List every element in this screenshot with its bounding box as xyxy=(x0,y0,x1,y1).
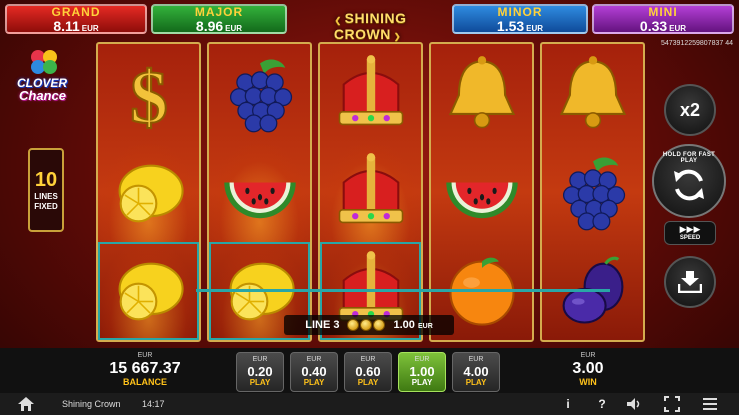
bell-icon xyxy=(431,46,532,144)
lines-fixed-label: FIXED xyxy=(34,201,58,211)
speed-label: SPEED xyxy=(679,235,701,241)
hold-for-fast-play-label: HOLD FOR FAST PLAY xyxy=(662,152,716,164)
bet-currency: EUR xyxy=(414,356,430,363)
bet-value: 4.00 xyxy=(463,364,489,379)
lines-info: 10 LINES FIXED xyxy=(28,148,64,232)
lemon-icon xyxy=(98,242,199,340)
jackpot-minor: MINOR 1.53 EUR xyxy=(452,4,588,34)
bet-value: 0.60 xyxy=(355,364,381,379)
bet-value: 0.20 xyxy=(247,364,273,379)
watermelon-icon xyxy=(209,144,310,242)
grapes-icon xyxy=(209,46,310,144)
bet-currency: EUR xyxy=(252,356,268,363)
jackpot-major: MAJOR 8.96 EUR xyxy=(151,4,287,34)
jackpot-minor-name: MINOR xyxy=(497,4,543,19)
jackpot-mini-name: MINI xyxy=(648,4,678,19)
line-win-label: LINE 3 xyxy=(305,319,340,331)
win-value: 3.00 xyxy=(572,360,604,377)
status-game-name: Shining Crown xyxy=(62,399,121,409)
winning-payline xyxy=(196,289,610,292)
bell-icon xyxy=(542,46,643,144)
line-win-amount: 1.00 xyxy=(393,319,415,331)
balance-display: EUR 15 667.37 BALANCE xyxy=(100,352,190,387)
menu-icon[interactable] xyxy=(702,396,718,412)
session-id: 5473912259807837 44 xyxy=(660,40,733,47)
status-clock: 14:17 xyxy=(142,399,165,409)
bet-currency: EUR xyxy=(468,356,484,363)
jackpot-mini: MINI 0.33 EUR xyxy=(592,4,734,34)
bet-button-1.00[interactable]: EUR 1.00 PLAY xyxy=(398,352,446,392)
reel-4 xyxy=(429,42,534,342)
dollar-icon: $ xyxy=(98,46,199,144)
fullscreen-icon[interactable] xyxy=(664,396,680,412)
balance-label: BALANCE xyxy=(123,377,167,387)
fast-forward-icon: ▶▶▶ xyxy=(679,224,701,234)
lines-label: LINES xyxy=(34,191,58,201)
crown-icon xyxy=(320,46,421,144)
jackpot-mini-value: 0.33 xyxy=(639,17,668,34)
line-win-banner: LINE 3 1.00 EUR xyxy=(284,315,454,335)
jackpot-major-currency: EUR xyxy=(225,23,243,33)
bet-play-label: PLAY xyxy=(249,378,271,387)
jackpot-grand: GRAND 8.11 EUR xyxy=(5,4,147,34)
bet-button-0.60[interactable]: EUR 0.60 PLAY xyxy=(344,352,392,392)
lemon-icon xyxy=(98,144,199,242)
jackpot-grand-currency: EUR xyxy=(81,23,99,33)
bet-currency: EUR xyxy=(360,356,376,363)
bet-button-0.40[interactable]: EUR 0.40 PLAY xyxy=(290,352,338,392)
status-bar: Shining Crown 14:17 i ? xyxy=(0,393,739,415)
home-icon[interactable] xyxy=(18,397,34,411)
watermelon-icon xyxy=(431,144,532,242)
bet-play-label: PLAY xyxy=(357,378,379,387)
multiplier-button[interactable]: x2 xyxy=(664,84,716,136)
line-win-currency: EUR xyxy=(417,323,433,330)
win-currency: EUR xyxy=(580,352,596,359)
autoplay-button[interactable] xyxy=(664,256,716,308)
coins-icon xyxy=(347,319,386,331)
jackpot-minor-currency: EUR xyxy=(526,23,544,33)
bet-button-0.20[interactable]: EUR 0.20 PLAY xyxy=(236,352,284,392)
bet-button-4.00[interactable]: EUR 4.00 PLAY xyxy=(452,352,500,392)
bet-play-label: PLAY xyxy=(411,378,433,387)
lines-count: 10 xyxy=(34,168,58,191)
clover-chance-logo: CLOVER Chance xyxy=(14,48,80,108)
game-title: SHINING CROWN xyxy=(298,10,440,42)
balance-value: 15 667.37 xyxy=(109,360,181,377)
info-icon[interactable]: i xyxy=(560,396,576,412)
reel-1: $ xyxy=(96,42,201,342)
win-display: EUR 3.00 WIN xyxy=(556,352,620,387)
bet-play-label: PLAY xyxy=(465,378,487,387)
jackpot-major-value: 8.96 xyxy=(195,17,224,34)
jackpot-mini-currency: EUR xyxy=(669,23,687,33)
jackpot-major-name: MAJOR xyxy=(194,4,244,19)
refresh-icon xyxy=(674,169,704,201)
reel-5 xyxy=(540,42,645,342)
balance-currency: EUR xyxy=(137,352,153,359)
download-tray-icon xyxy=(678,271,702,293)
jackpot-grand-value: 8.11 xyxy=(53,17,80,34)
bet-play-label: PLAY xyxy=(303,378,325,387)
grapes-icon xyxy=(542,144,643,242)
spin-button[interactable]: HOLD FOR FAST PLAY xyxy=(652,144,726,218)
reel-2 xyxy=(207,42,312,342)
jackpot-minor-value: 1.53 xyxy=(496,17,525,34)
jackpot-grand-name: GRAND xyxy=(51,4,101,19)
bet-value: 1.00 xyxy=(409,364,435,379)
reel-3 xyxy=(318,42,423,342)
win-label: WIN xyxy=(579,377,597,387)
bet-value: 0.40 xyxy=(301,364,327,379)
svg-text:$: $ xyxy=(130,56,168,137)
volume-icon[interactable] xyxy=(626,396,642,412)
speed-button[interactable]: ▶▶▶ SPEED xyxy=(664,221,716,245)
bet-currency: EUR xyxy=(306,356,322,363)
help-icon[interactable]: ? xyxy=(594,396,610,412)
crown-icon xyxy=(320,144,421,242)
logo-line2: Chance xyxy=(19,88,66,103)
